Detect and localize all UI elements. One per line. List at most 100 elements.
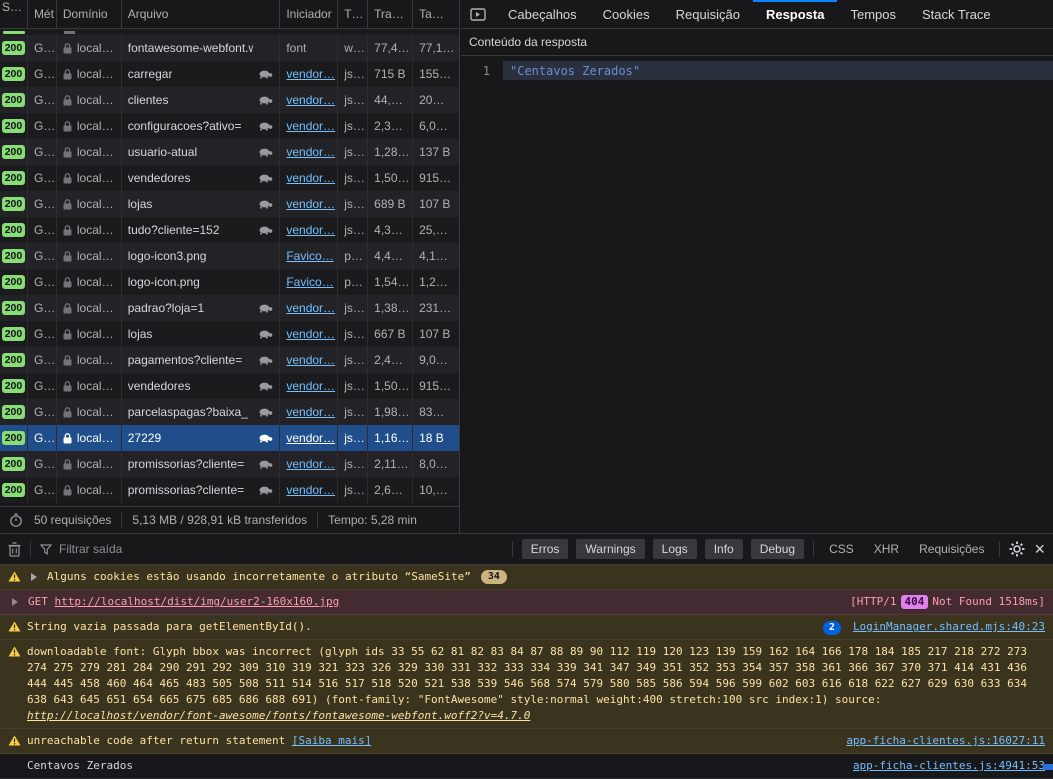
lock-icon — [63, 147, 72, 158]
filter-css-button[interactable]: CSS — [829, 542, 854, 556]
initiator-link[interactable]: vendor… — [286, 93, 335, 107]
console-settings-gear-icon[interactable] — [1009, 541, 1025, 557]
source-location-link[interactable]: app-ficha-clientes.js:16027:11 — [846, 734, 1045, 747]
table-row[interactable]: 200 G… local… pagamentos?cliente= vendor… — [0, 347, 459, 373]
filter-xhr-button[interactable]: XHR — [874, 542, 899, 556]
initiator-link[interactable]: vendor… — [286, 223, 335, 237]
source-location-link[interactable]: app-ficha-clientes.js:4941:53 — [853, 759, 1045, 772]
initiator-link[interactable]: vendor… — [286, 327, 335, 341]
warning-icon — [8, 646, 21, 657]
request-url-link[interactable]: http://localhost/dist/img/user2-160x160.… — [55, 595, 340, 608]
file-cell: clientes — [128, 93, 169, 107]
learn-more-link[interactable]: [Saiba mais] — [292, 734, 371, 747]
table-row-partial[interactable] — [0, 29, 459, 35]
repeat-count-badge: 34 — [481, 570, 507, 584]
table-row[interactable]: 200 G… local… promissorias?cliente= vend… — [0, 477, 459, 503]
tab-request[interactable]: Requisição — [663, 0, 753, 28]
table-row[interactable]: 200 G… local… logo-icon.png Favico… p… 1… — [0, 269, 459, 295]
column-header-status[interactable]: S… — [0, 0, 28, 28]
close-console-icon[interactable]: × — [1034, 542, 1045, 556]
filter-debug-button[interactable]: Debug — [751, 539, 804, 559]
table-row[interactable]: 200 G… local… fontawesome-webfont.wo fon… — [0, 35, 459, 61]
clear-console-icon[interactable] — [8, 542, 21, 557]
method-cell: G… — [28, 347, 57, 373]
initiator-link[interactable]: vendor… — [286, 119, 335, 133]
lock-icon — [63, 485, 72, 496]
file-cell: tudo?cliente=152 — [128, 223, 220, 237]
filter-errors-button[interactable]: Erros — [522, 539, 569, 559]
type-cell: js… — [338, 113, 368, 139]
table-row[interactable]: 200 G… local… clientes vendor… js… 44,… … — [0, 87, 459, 113]
status-badge: 200 — [2, 197, 26, 211]
filter-logs-button[interactable]: Logs — [653, 539, 697, 559]
initiator-link[interactable]: vendor… — [286, 379, 335, 393]
table-row[interactable]: 200 G… local… promissorias?cliente= vend… — [0, 451, 459, 477]
scrollbar-thumb[interactable] — [1043, 764, 1053, 770]
source-location-link[interactable]: LoginManager.shared.mjs:40:23 — [853, 620, 1045, 633]
size-cell: 107 B — [413, 321, 459, 347]
table-row[interactable]: 200 G… local… configuracoes?ativo= vendo… — [0, 113, 459, 139]
file-cell: promissorias?cliente= — [128, 457, 244, 471]
table-row[interactable]: 200 G… local… carregar vendor… js… 715 B… — [0, 61, 459, 87]
initiator-link[interactable]: vendor… — [286, 145, 335, 159]
column-header-initiator[interactable]: Iniciador — [280, 0, 338, 28]
turtle-icon — [258, 356, 273, 365]
repeat-count-badge: 2 — [823, 621, 841, 635]
column-header-type[interactable]: T… — [338, 0, 368, 28]
table-row[interactable]: 200 G… local… tudo?cliente=152 vendor… j… — [0, 217, 459, 243]
response-value[interactable]: "Centavos Zerados" — [503, 61, 1053, 80]
expand-caret-icon[interactable] — [31, 573, 37, 581]
initiator-link[interactable]: vendor… — [286, 67, 335, 81]
initiator-link[interactable]: vendor… — [286, 197, 335, 211]
font-source-link[interactable]: http://localhost/vendor/font-awesome/fon… — [27, 709, 530, 722]
file-cell: promissorias?cliente= — [128, 483, 244, 497]
table-row[interactable]: 200 G… local… lojas vendor… js… 667 B 10… — [0, 321, 459, 347]
initiator-link[interactable]: vendor… — [286, 405, 335, 419]
column-header-method[interactable]: Mét — [28, 0, 57, 28]
initiator-link[interactable]: vendor… — [286, 483, 335, 497]
type-cell: js… — [338, 399, 368, 425]
initiator-link[interactable]: vendor… — [286, 431, 335, 445]
status-badge: 200 — [2, 327, 26, 341]
tab-headers[interactable]: Cabeçalhos — [495, 0, 590, 28]
table-row[interactable]: 200 G… local… vendedores vendor… js… 1,5… — [0, 165, 459, 191]
column-header-size[interactable]: Ta… — [413, 0, 459, 28]
table-row[interactable]: 200 G… local… 27229 vendor… js… 1,16… 18… — [0, 425, 459, 451]
performance-analysis-icon[interactable] — [8, 512, 24, 528]
console-filter-input[interactable]: Filtrar saída — [40, 542, 503, 556]
tab-stack-trace[interactable]: Stack Trace — [909, 0, 1004, 28]
status-badge: 200 — [2, 483, 26, 497]
tab-timings[interactable]: Tempos — [837, 0, 909, 28]
table-row[interactable]: 200 G… local… vendedores vendor… js… 1,5… — [0, 373, 459, 399]
column-header-domain[interactable]: Domínio — [57, 0, 122, 28]
filter-info-button[interactable]: Info — [705, 539, 743, 559]
table-row[interactable]: 200 G… local… logo-icon3.png Favico… p… … — [0, 243, 459, 269]
table-row[interactable]: 200 G… local… lojas vendor… js… 689 B 10… — [0, 191, 459, 217]
column-header-transferred[interactable]: Tra… — [368, 0, 413, 28]
time-summary: Tempo: 5,28 min — [328, 513, 417, 527]
filter-warnings-button[interactable]: Warnings — [576, 539, 644, 559]
tab-cookies[interactable]: Cookies — [590, 0, 663, 28]
divider — [999, 541, 1000, 557]
initiator-link[interactable]: vendor… — [286, 171, 335, 185]
initiator-link[interactable]: vendor… — [286, 353, 335, 367]
status-badge: 200 — [2, 145, 26, 159]
domain-cell: local… — [77, 171, 114, 185]
expand-caret-icon[interactable] — [12, 598, 18, 606]
table-row[interactable]: 200 G… local… padrao?loja=1 vendor… js… … — [0, 295, 459, 321]
split-pane-toggle-icon[interactable] — [461, 0, 495, 28]
type-cell: js… — [338, 477, 368, 503]
column-header-file[interactable]: Arquivo — [122, 0, 281, 28]
domain-cell: local… — [77, 93, 114, 107]
initiator-link[interactable]: vendor… — [286, 457, 335, 471]
initiator-link[interactable]: vendor… — [286, 301, 335, 315]
tab-response[interactable]: Resposta — [753, 0, 838, 28]
initiator-link[interactable]: Favico… — [286, 249, 333, 263]
turtle-icon — [258, 148, 273, 157]
response-content-section-header[interactable]: Conteúdo da resposta — [461, 29, 1053, 56]
initiator-link[interactable]: Favico… — [286, 275, 333, 289]
table-row[interactable]: 200 G… local… usuario-atual vendor… js… … — [0, 139, 459, 165]
size-cell: 231… — [413, 295, 459, 321]
filter-requests-button[interactable]: Requisições — [919, 542, 984, 556]
table-row[interactable]: 200 G… local… parcelaspagas?baixa_ vendo… — [0, 399, 459, 425]
